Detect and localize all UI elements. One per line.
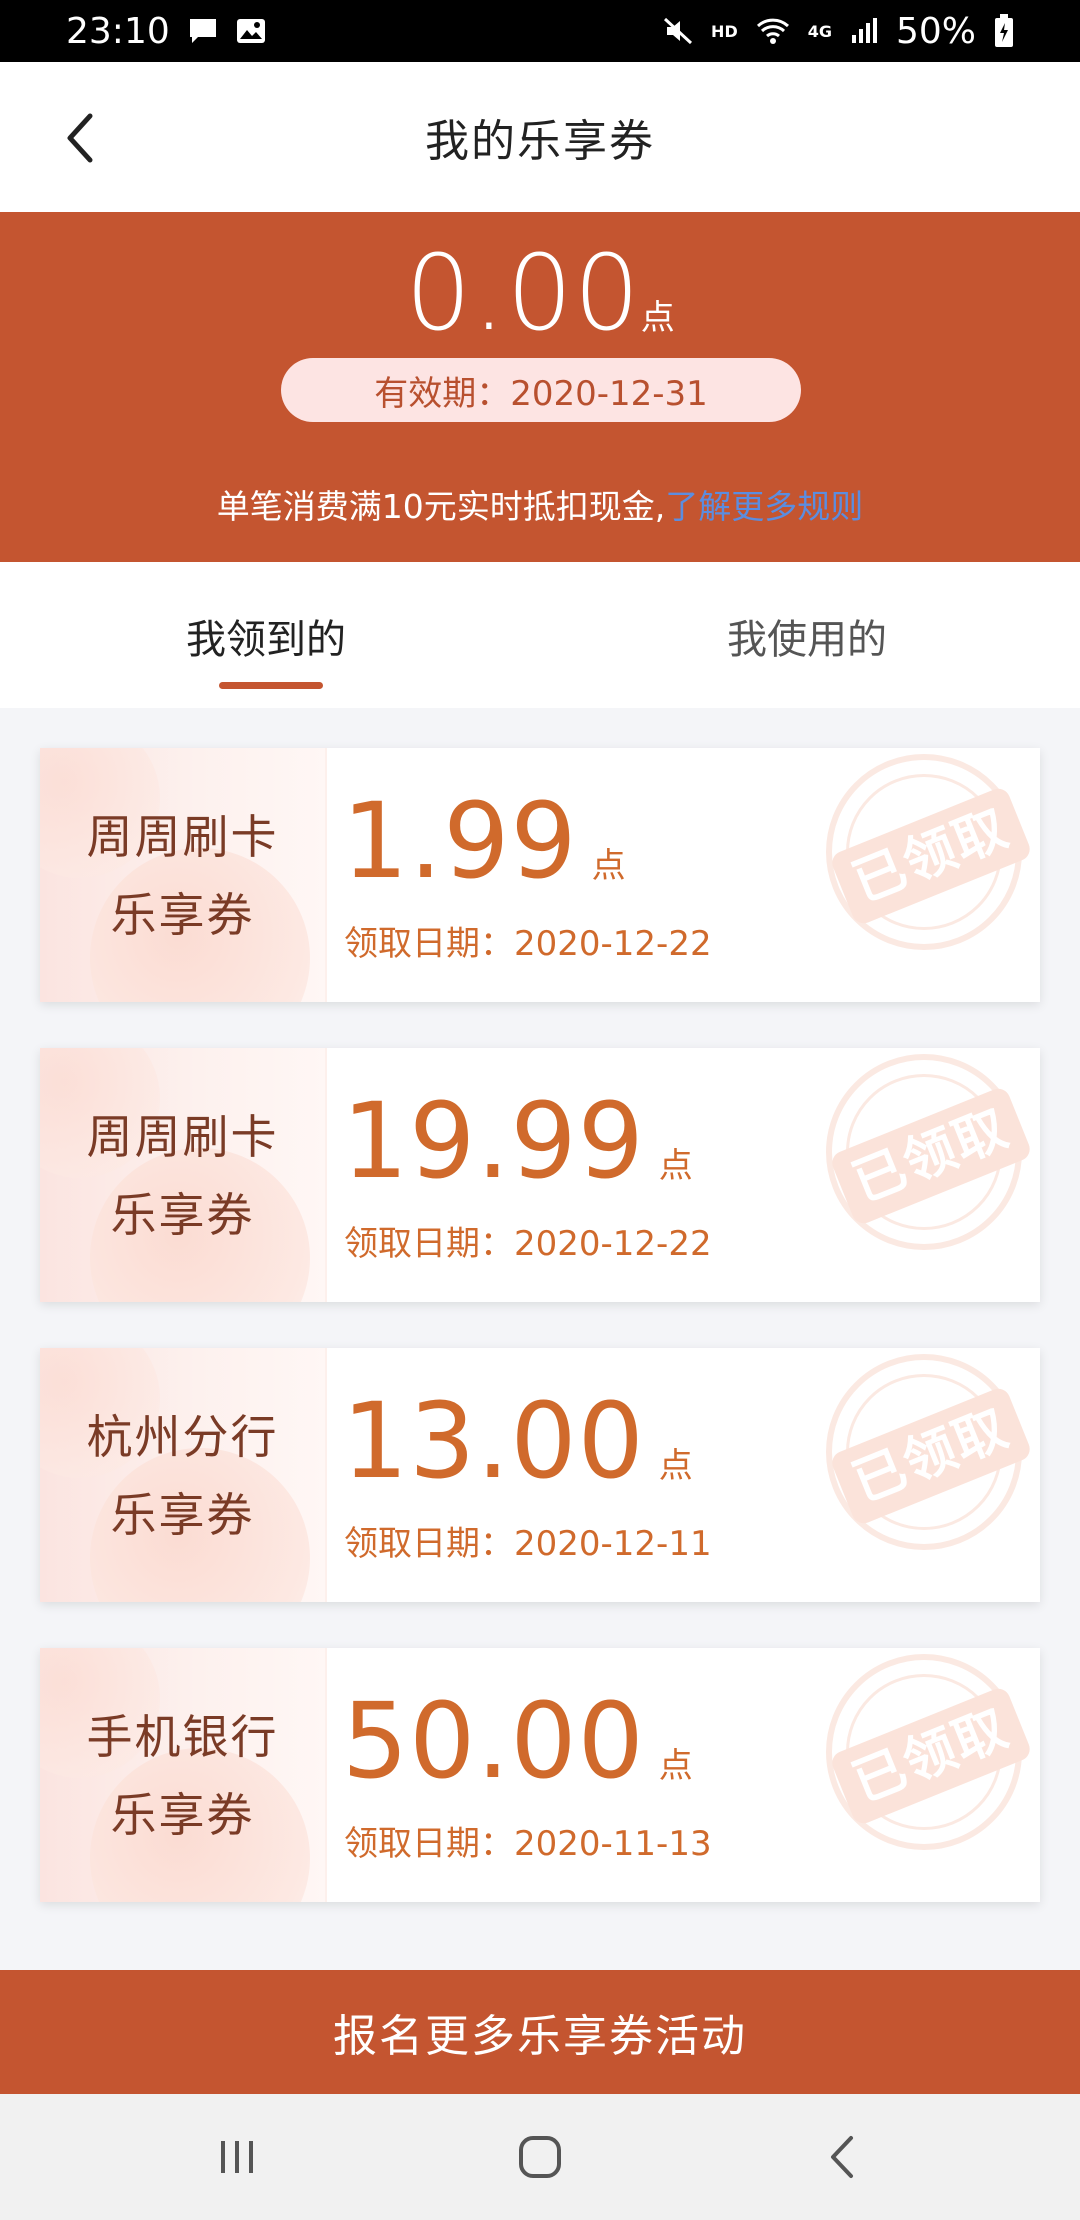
rule-link[interactable]: 了解更多规则 bbox=[665, 487, 863, 526]
coupon-unit: 点 bbox=[658, 1446, 694, 1486]
coupon-unit: 点 bbox=[658, 1146, 694, 1186]
page-title: 我的乐享券 bbox=[425, 116, 655, 167]
coupon-divider bbox=[325, 1348, 327, 1602]
join-more-activities-button[interactable]: 报名更多乐享券活动 bbox=[0, 1970, 1080, 2094]
balance-value: 0.00 bbox=[405, 232, 641, 354]
tab-received[interactable]: 我领到的 bbox=[186, 607, 346, 665]
back-button[interactable] bbox=[40, 98, 120, 178]
back-icon bbox=[831, 2136, 853, 2178]
recents-icon bbox=[221, 2141, 253, 2173]
battery-percent: 50% bbox=[895, 10, 976, 52]
coupon-date: 领取日期：2020-12-11 bbox=[344, 1524, 712, 1564]
coupon-left-panel: 手机银行 乐享券 bbox=[40, 1648, 325, 1902]
coupon-name: 手机银行 乐享券 bbox=[40, 1698, 325, 1854]
received-stamp: 已领取 bbox=[826, 754, 1034, 950]
home-button[interactable] bbox=[500, 2122, 580, 2192]
chevron-left-icon bbox=[67, 113, 93, 163]
status-bar: 23:10 HD 4G 50% bbox=[0, 0, 1080, 62]
coupon-left-panel: 周周刷卡 乐享券 bbox=[40, 748, 325, 1002]
mute-icon bbox=[663, 16, 693, 46]
coupon-list: 周周刷卡 乐享券 1.99 点 领取日期：2020-12-22 已领取 周周刷卡 … bbox=[40, 748, 1040, 1948]
coupon-name-line1: 周周刷卡 bbox=[86, 1110, 279, 1164]
coupon-card[interactable]: 杭州分行 乐享券 13.00 点 领取日期：2020-12-11 已领取 bbox=[40, 1348, 1040, 1602]
received-stamp: 已领取 bbox=[826, 1654, 1034, 1850]
coupon-amount: 1.99 点 bbox=[342, 786, 627, 921]
coupon-left-panel: 杭州分行 乐享券 bbox=[40, 1348, 325, 1602]
image-icon bbox=[236, 17, 266, 45]
coupon-divider bbox=[325, 1048, 327, 1302]
coupon-amount: 19.99 点 bbox=[342, 1086, 694, 1221]
coupon-divider bbox=[325, 748, 327, 1002]
coupon-card[interactable]: 周周刷卡 乐享券 19.99 点 领取日期：2020-12-22 已领取 bbox=[40, 1048, 1040, 1302]
wifi-icon bbox=[756, 17, 790, 45]
coupon-name-line1: 杭州分行 bbox=[86, 1410, 279, 1464]
coupon-amount-value: 13.00 bbox=[342, 1380, 645, 1502]
coupon-name-line2: 乐享券 bbox=[110, 1488, 255, 1542]
message-icon bbox=[188, 17, 218, 45]
recents-button[interactable] bbox=[197, 2122, 277, 2192]
coupon-name: 周周刷卡 乐享券 bbox=[40, 1098, 325, 1254]
coupon-date: 领取日期：2020-12-22 bbox=[344, 924, 712, 964]
coupon-card[interactable]: 手机银行 乐享券 50.00 点 领取日期：2020-11-13 已领取 bbox=[40, 1648, 1040, 1902]
signal-icon bbox=[850, 17, 878, 45]
tab-bar: 我领到的 我使用的 bbox=[0, 562, 1080, 708]
coupon-date: 领取日期：2020-12-22 bbox=[344, 1224, 712, 1264]
tab-used[interactable]: 我使用的 bbox=[727, 607, 887, 665]
home-icon bbox=[519, 2136, 561, 2178]
coupon-unit: 点 bbox=[658, 1746, 694, 1786]
received-stamp: 已领取 bbox=[826, 1054, 1034, 1250]
tab-active-indicator bbox=[219, 682, 323, 689]
coupon-name-line1: 手机银行 bbox=[86, 1710, 279, 1764]
coupon-amount-value: 1.99 bbox=[342, 780, 578, 902]
balance: 0.00点 bbox=[0, 232, 1080, 354]
validity-pill: 有效期：2020-12-31 bbox=[281, 358, 801, 422]
balance-unit: 点 bbox=[640, 298, 675, 338]
coupon-amount: 50.00 点 bbox=[342, 1686, 694, 1821]
header: 我的乐享券 bbox=[0, 62, 1080, 212]
coupon-unit: 点 bbox=[591, 846, 627, 886]
coupon-amount: 13.00 点 bbox=[342, 1386, 694, 1521]
status-right: HD 4G 50% bbox=[663, 11, 1014, 52]
network-label: 4G bbox=[807, 21, 832, 41]
coupon-name: 杭州分行 乐享券 bbox=[40, 1398, 325, 1554]
coupon-name: 周周刷卡 乐享券 bbox=[40, 798, 325, 954]
coupon-name-line2: 乐享券 bbox=[110, 1788, 255, 1842]
coupon-left-panel: 周周刷卡 乐享券 bbox=[40, 1048, 325, 1302]
coupon-amount-value: 19.99 bbox=[342, 1080, 645, 1202]
coupon-date: 领取日期：2020-11-13 bbox=[344, 1824, 712, 1864]
coupon-card[interactable]: 周周刷卡 乐享券 1.99 点 领取日期：2020-12-22 已领取 bbox=[40, 748, 1040, 1002]
coupon-name-line1: 周周刷卡 bbox=[86, 810, 279, 864]
received-stamp: 已领取 bbox=[826, 1354, 1034, 1550]
rule-text: 单笔消费满10元实时抵扣现金, bbox=[216, 487, 666, 526]
rule-line: 单笔消费满10元实时抵扣现金,了解更多规则 bbox=[0, 480, 1080, 528]
battery-icon bbox=[994, 14, 1014, 48]
system-back-button[interactable] bbox=[803, 2122, 883, 2192]
coupon-name-line2: 乐享券 bbox=[110, 888, 255, 942]
coupon-name-line2: 乐享券 bbox=[110, 1188, 255, 1242]
balance-banner: 0.00点 有效期：2020-12-31 单笔消费满10元实时抵扣现金,了解更多… bbox=[0, 212, 1080, 562]
system-nav-bar bbox=[0, 2094, 1080, 2220]
coupon-divider bbox=[325, 1648, 327, 1902]
status-left: 23:10 bbox=[66, 11, 266, 52]
status-time: 23:10 bbox=[66, 10, 170, 52]
coupon-amount-value: 50.00 bbox=[342, 1680, 645, 1802]
hd-label: HD bbox=[711, 21, 738, 41]
